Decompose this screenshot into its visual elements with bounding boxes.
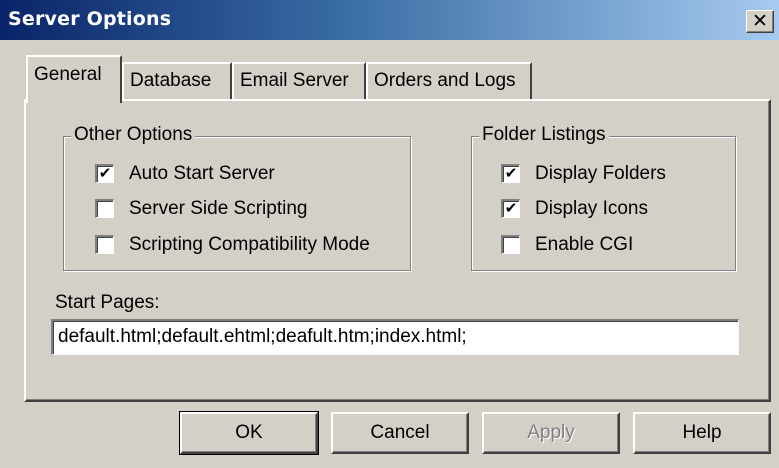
help-button[interactable]: Help (633, 412, 771, 454)
tab-email-server-label: Email Server (240, 70, 349, 91)
checkbox-box[interactable] (95, 235, 114, 254)
window-title: Server Options (8, 8, 172, 30)
tab-orders-and-logs[interactable]: Orders and Logs (366, 62, 532, 99)
checkbox-box[interactable]: ✔ (501, 164, 520, 183)
tab-general-label: General (34, 64, 102, 85)
other-options-legend: Other Options (71, 123, 196, 147)
checkbox-box[interactable]: ✔ (95, 164, 114, 183)
tab-database[interactable]: Database (122, 62, 232, 99)
title-bar[interactable]: Server Options ✕ (0, 0, 779, 40)
apply-button-label: Apply (527, 422, 575, 443)
auto-start-server-label: Auto Start Server (129, 163, 275, 184)
close-button[interactable]: ✕ (746, 10, 774, 33)
server-side-scripting-label: Server Side Scripting (129, 198, 308, 219)
display-icons-label: Display Icons (535, 198, 648, 219)
ok-button-label: OK (235, 422, 263, 443)
folder-listings-legend: Folder Listings (479, 123, 609, 147)
start-pages-input[interactable]: default.html;default.ehtml;deafult.htm;i… (51, 319, 739, 355)
tab-general[interactable]: General (26, 55, 122, 103)
help-button-label: Help (682, 422, 722, 443)
checkbox-box[interactable] (95, 199, 114, 218)
close-icon: ✕ (752, 10, 768, 32)
tab-email-server[interactable]: Email Server (232, 62, 366, 99)
checkbox-box[interactable]: ✔ (501, 199, 520, 218)
checkbox-box[interactable] (501, 235, 520, 254)
tab-database-label: Database (130, 70, 212, 91)
tab-orders-and-logs-label: Orders and Logs (374, 70, 516, 91)
cancel-button-label: Cancel (370, 422, 430, 443)
display-folders-label: Display Folders (535, 163, 666, 184)
enable-cgi-label: Enable CGI (535, 234, 634, 255)
ok-button[interactable]: OK (179, 411, 319, 455)
cancel-button[interactable]: Cancel (331, 412, 469, 454)
start-pages-label: Start Pages: (55, 292, 160, 313)
scripting-compatibility-mode-label: Scripting Compatibility Mode (129, 234, 370, 255)
apply-button[interactable]: Apply (482, 412, 620, 454)
